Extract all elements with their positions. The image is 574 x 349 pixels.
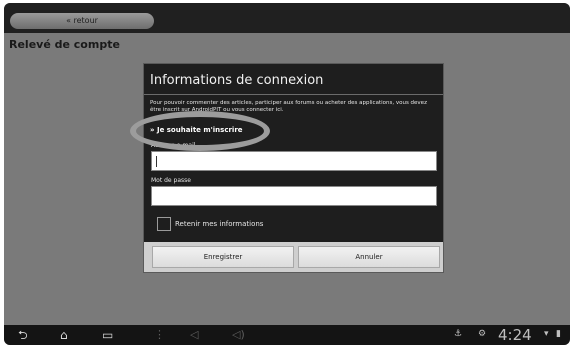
remember-checkbox[interactable] — [157, 217, 171, 231]
cancel-button[interactable]: Annuler — [298, 246, 440, 268]
email-field[interactable] — [151, 151, 437, 171]
top-bar: « retour — [4, 3, 570, 33]
tablet-screen: « retour Relevé de compte Informations d… — [4, 3, 570, 345]
page-title: Relevé de compte — [9, 38, 120, 51]
menu-icon[interactable]: ⋮ — [154, 328, 165, 342]
remember-label[interactable]: Retenir mes informations — [175, 220, 263, 228]
login-dialog: Informations de connexion Pour pouvoir c… — [143, 63, 444, 273]
home-icon[interactable]: ⌂ — [60, 328, 68, 342]
back-icon[interactable]: ⮌ — [18, 328, 28, 342]
save-button[interactable]: Enregistrer — [152, 246, 294, 268]
status-clock: 4:24 — [498, 326, 532, 344]
dialog-divider — [144, 94, 443, 95]
volume-down-icon[interactable]: ◁ — [190, 328, 198, 342]
highlight-ring — [130, 111, 270, 151]
usb-icon: ⚓ — [454, 329, 463, 339]
recent-apps-icon[interactable]: ▭ — [102, 328, 113, 342]
dialog-button-bar: Enregistrer Annuler — [144, 242, 443, 272]
battery-icon: ▮ — [556, 329, 561, 339]
dialog-title: Informations de connexion — [150, 73, 324, 88]
text-cursor — [156, 156, 157, 167]
password-label: Mot de passe — [151, 177, 191, 184]
system-navbar: ⮌ ⌂ ▭ ⋮ ◁ ◁) ⚓ ⚙ 4:24 ▾ ▮ — [4, 325, 570, 345]
debug-icon: ⚙ — [478, 329, 487, 339]
volume-up-icon[interactable]: ◁) — [232, 328, 245, 342]
wifi-icon: ▾ — [544, 329, 549, 339]
back-button[interactable]: « retour — [10, 13, 154, 29]
password-field[interactable] — [151, 186, 437, 206]
